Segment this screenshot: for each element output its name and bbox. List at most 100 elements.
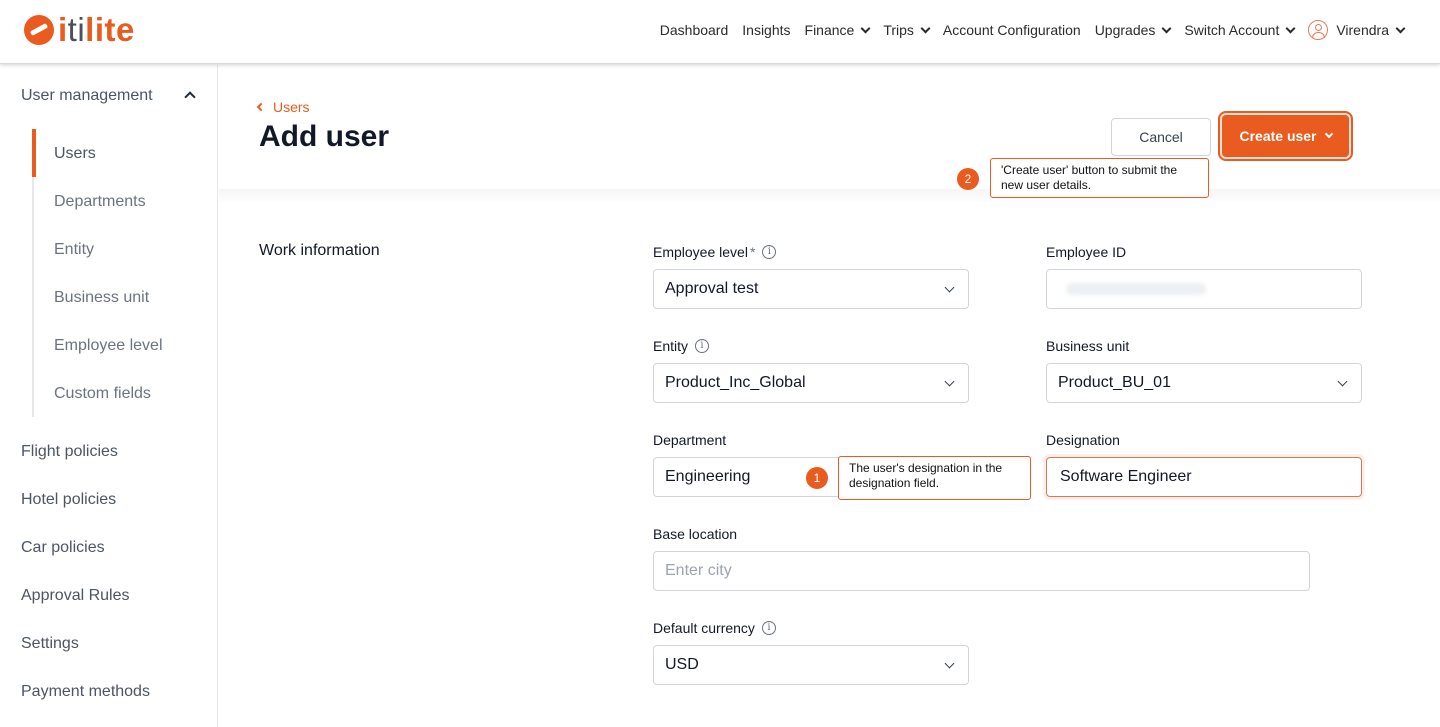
department-value: Engineering [665,468,751,485]
entity-label: Entity i [653,338,710,354]
chevron-down-icon [920,23,931,33]
default-currency-label-text: Default currency [653,620,755,636]
employee-id-input[interactable] [1046,269,1362,309]
chevron-down-icon [1285,23,1296,33]
sidebar-item-business-unit[interactable]: Business unit [54,289,149,307]
nav-account-configuration-label: Account Configuration [942,22,1081,38]
sidebar-item-users[interactable]: Users [54,145,96,163]
logo-text-ti: ti [67,11,86,48]
cancel-button-label: Cancel [1139,129,1183,145]
sidebar-item-car-policies[interactable]: Car policies [21,539,105,557]
chevron-down-icon [1395,23,1406,33]
nav-switch-account[interactable]: Switch Account [1184,22,1296,38]
sidebar-item-approval-rules[interactable]: Approval Rules [21,587,130,605]
business-unit-label: Business unit [1046,338,1129,354]
designation-input[interactable]: Software Engineer [1046,457,1362,497]
nav-insights-label: Insights [742,22,791,38]
main-nav: Dashboard Insights Finance Trips Account… [646,20,1406,40]
sidebar-item-settings[interactable]: Settings [21,635,79,653]
nav-switch-account-label: Switch Account [1184,22,1280,38]
sidebar-item-payment-methods[interactable]: Payment methods [21,683,150,701]
sidebar-item-flight-policies[interactable]: Flight policies [21,443,118,461]
chevron-down-icon [1324,129,1333,139]
employee-id-label-text: Employee ID [1046,244,1127,260]
default-currency-value: USD [665,656,699,673]
logo-text-i: i [58,11,68,48]
sidebar-group-label: User management [21,87,153,104]
create-user-button[interactable]: Create user [1218,111,1353,161]
designation-label-text: Designation [1046,432,1120,448]
employee-id-label: Employee ID [1046,244,1126,260]
chevron-up-icon[interactable] [184,91,196,103]
nav-insights[interactable]: Insights [742,22,790,38]
back-link-label: Users [273,99,310,115]
chevron-down-icon [1337,376,1348,387]
info-icon[interactable]: i [762,245,777,259]
employee-level-select[interactable]: Approval test [653,269,969,309]
chevron-down-icon [860,23,871,33]
redacted-value [1066,283,1206,295]
create-user-button-label: Create user [1239,128,1317,144]
nav-dashboard[interactable]: Dashboard [660,22,729,38]
nav-dashboard-label: Dashboard [659,22,729,38]
sidebar-item-hotel-policies[interactable]: Hotel policies [21,491,116,509]
sidebar: User management Users Departments Entity… [0,65,218,727]
nav-trips-label: Trips [883,22,914,38]
chevron-down-icon [944,376,955,387]
nav-user-menu[interactable]: Virendra [1308,20,1406,40]
employee-level-value: Approval test [665,280,759,297]
base-location-input[interactable]: Enter city [653,551,1310,591]
employee-level-label-text: Employee level [653,244,748,260]
logo-mark-icon [24,15,54,45]
nav-account-configuration[interactable]: Account Configuration [943,22,1081,38]
itilite-logo[interactable]: itilite [24,12,135,48]
annotation-badge-2: 2 [957,168,979,190]
chevron-down-icon [1161,23,1172,33]
business-unit-label-text: Business unit [1046,338,1130,354]
nav-finance[interactable]: Finance [804,22,871,38]
annotation-badge-1: 1 [806,467,828,489]
nav-finance-label: Finance [804,22,855,38]
chevron-left-icon [256,102,266,112]
top-navigation-bar: itilite Dashboard Insights Finance Trips… [0,0,1440,64]
nav-upgrades[interactable]: Upgrades [1094,22,1172,38]
page-title: Add user [259,120,390,153]
sidebar-item-departments[interactable]: Departments [54,193,146,211]
entity-select[interactable]: Product_Inc_Global [653,363,969,403]
nav-user-name: Virendra [1336,22,1389,38]
active-indicator [32,129,36,177]
department-label: Department [653,432,726,448]
designation-value: Software Engineer [1060,468,1192,485]
employee-level-label: Employee level * i [653,244,777,260]
chevron-down-icon [944,282,955,293]
chevron-down-icon [944,658,955,669]
sidebar-item-employee-level[interactable]: Employee level [54,337,163,355]
sidebar-group-user-management[interactable]: User management [21,87,153,105]
base-location-label: Base location [653,526,737,542]
nav-upgrades-label: Upgrades [1094,22,1156,38]
entity-label-text: Entity [653,338,689,354]
entity-value: Product_Inc_Global [665,374,806,391]
info-icon[interactable]: i [761,621,776,635]
user-avatar-icon [1308,20,1329,40]
default-currency-select[interactable]: USD [653,645,969,685]
base-location-label-text: Base location [653,526,738,542]
main-content: Users Add user Cancel Create user Work i… [219,65,1440,727]
sidebar-item-custom-fields[interactable]: Custom fields [54,385,151,403]
base-location-placeholder: Enter city [665,562,732,579]
sidebar-item-entity[interactable]: Entity [54,241,94,259]
info-icon[interactable]: i [695,339,710,353]
business-unit-value: Product_BU_01 [1058,374,1171,391]
cancel-button[interactable]: Cancel [1111,118,1211,156]
logo-text-lite: lite [85,11,135,48]
annotation-callout-2: 'Create user' button to submit the new u… [990,158,1209,198]
header-divider [219,189,1440,203]
default-currency-label: Default currency i [653,620,776,636]
designation-label: Designation [1046,432,1120,448]
department-label-text: Department [653,432,727,448]
required-marker: * [749,244,756,260]
breadcrumb-back-link[interactable]: Users [256,99,310,115]
business-unit-select[interactable]: Product_BU_01 [1046,363,1362,403]
nav-trips[interactable]: Trips [883,22,931,38]
annotation-callout-1: The user's designation in the designatio… [838,456,1031,500]
